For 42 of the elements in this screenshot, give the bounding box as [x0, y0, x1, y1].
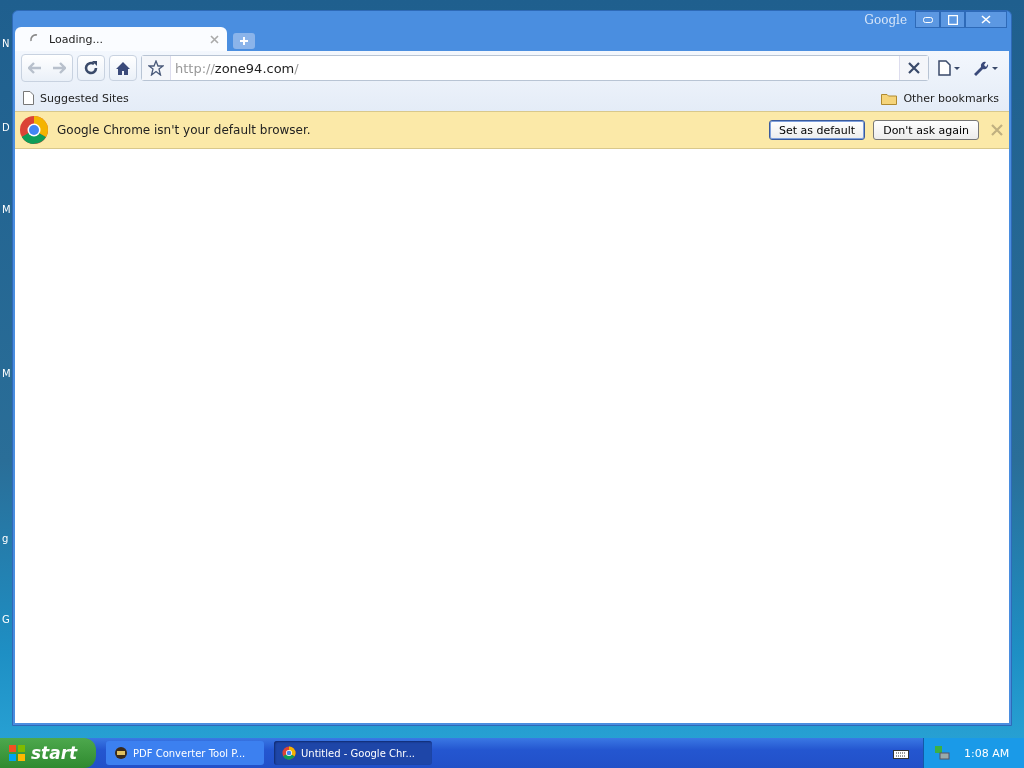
desktop-icon-label[interactable]: N	[2, 38, 10, 49]
desktop-icon-label[interactable]: M	[2, 368, 11, 379]
reload-icon	[83, 60, 99, 76]
folder-icon	[881, 91, 898, 105]
plus-icon	[239, 36, 249, 46]
window-brand: Google	[864, 13, 907, 27]
clock: 1:08 AM	[964, 746, 1010, 760]
page-icon	[936, 60, 962, 76]
tab-title: Loading...	[49, 32, 104, 46]
home-icon	[115, 60, 131, 76]
desktop-icon-label[interactable]: M	[2, 204, 11, 215]
infobar-message: Google Chrome isn't your default browser.	[57, 123, 312, 137]
desktop-icon-label[interactable]: g	[2, 533, 9, 544]
chrome-logo-icon	[19, 115, 49, 145]
taskbar-item[interactable]: Untitled - Google Chr...	[274, 741, 432, 765]
wrench-icon	[972, 60, 1000, 76]
bookmark-star-icon[interactable]	[148, 60, 164, 76]
windows-logo-icon	[8, 744, 26, 762]
bookmark-item[interactable]: Suggested Sites	[23, 91, 129, 105]
desktop-icon-label[interactable]: D	[2, 122, 10, 133]
infobar-button[interactable]: Set as default	[768, 120, 866, 140]
taskbar-item[interactable]: PDF Converter Tool P...	[106, 741, 264, 765]
app-icon	[114, 746, 128, 760]
start-button[interactable]: start	[0, 738, 96, 768]
stop-icon[interactable]	[908, 62, 920, 74]
desktop-icon-label[interactable]: G	[2, 614, 10, 625]
infobar-button[interactable]: Don't ask again	[873, 120, 979, 140]
close-icon	[981, 15, 991, 24]
chrome-icon	[282, 746, 296, 760]
home-button[interactable]	[109, 55, 137, 81]
url-text: http://zone94.com/	[174, 60, 300, 76]
minimize-icon	[922, 16, 933, 23]
maximize-button[interactable]	[940, 11, 965, 28]
other-bookmarks[interactable]: Other bookmarks	[881, 91, 999, 105]
keyboard-icon[interactable]	[893, 747, 909, 759]
maximize-icon	[947, 14, 958, 25]
minimize-button[interactable]	[915, 11, 940, 28]
close-button[interactable]	[965, 11, 1007, 28]
reload-button[interactable]	[77, 55, 105, 81]
address-bar[interactable]: http://zone94.com/	[141, 55, 929, 81]
browser-tab[interactable]: Loading...	[15, 27, 227, 51]
page-icon	[23, 91, 34, 105]
